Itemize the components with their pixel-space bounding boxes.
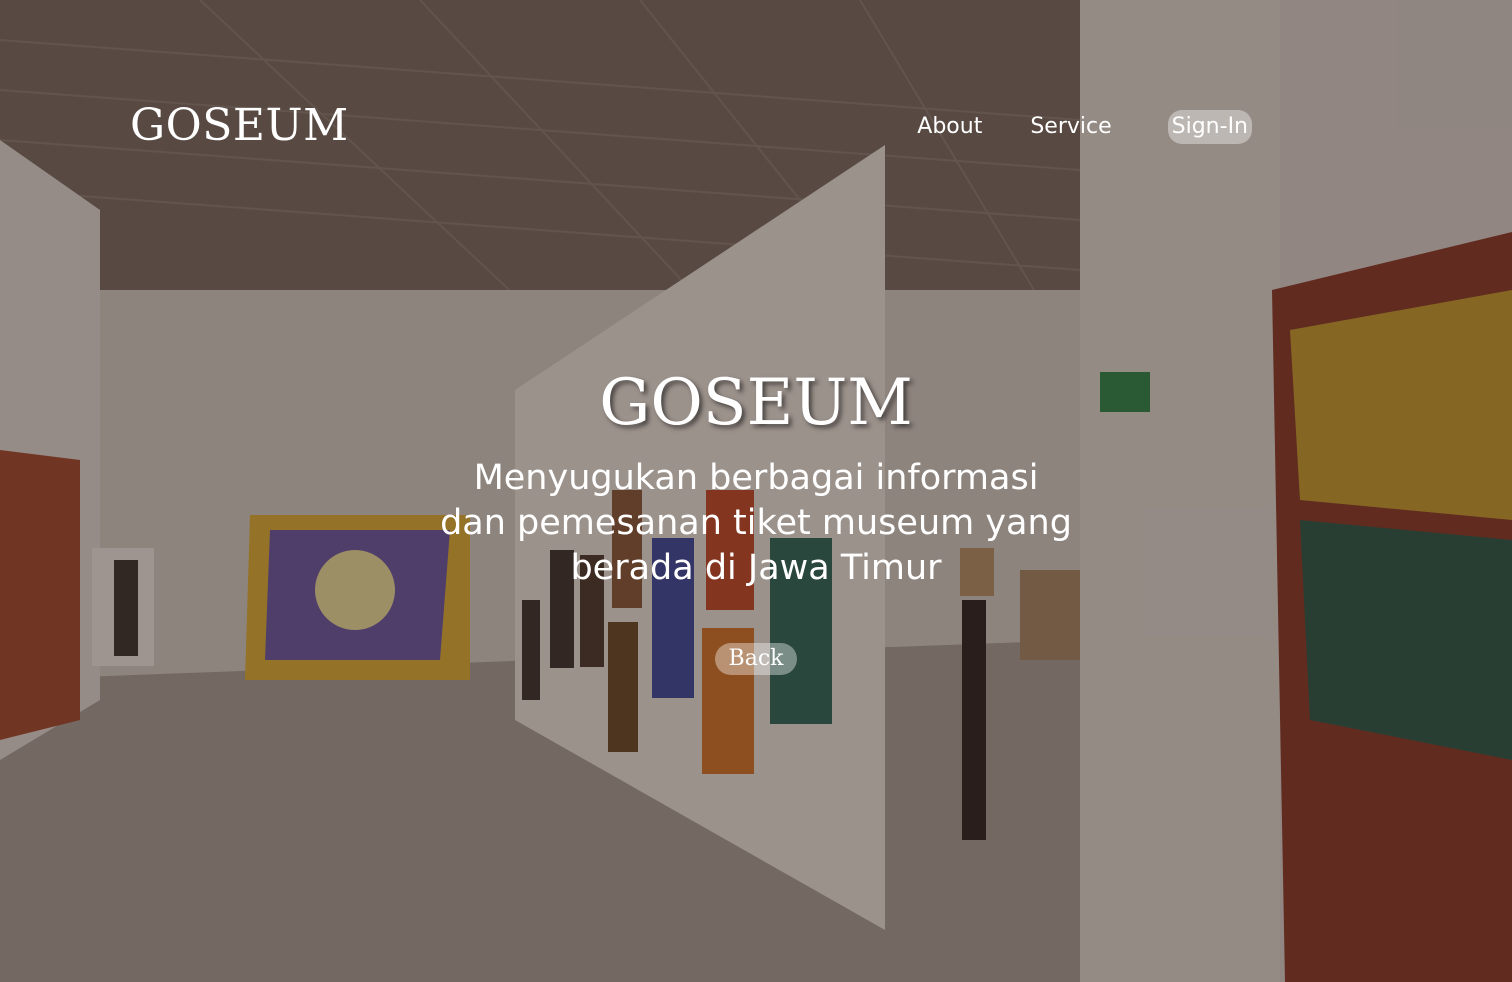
- nav-service-link[interactable]: Service: [1030, 110, 1111, 144]
- back-button[interactable]: Back: [714, 643, 798, 675]
- hero-title: GOSEUM: [599, 366, 913, 440]
- hero-section: GOSEUM Menyugukan berbagai informasi dan…: [380, 360, 1132, 675]
- nav-about-link[interactable]: About: [917, 110, 982, 144]
- nav-signin-button[interactable]: Sign-In: [1167, 110, 1252, 144]
- site-logo[interactable]: GOSEUM: [130, 98, 349, 154]
- hero-tagline: Menyugukan berbagai informasi dan pemesa…: [440, 458, 1072, 588]
- main-nav: About Service Sign-In: [917, 110, 1252, 144]
